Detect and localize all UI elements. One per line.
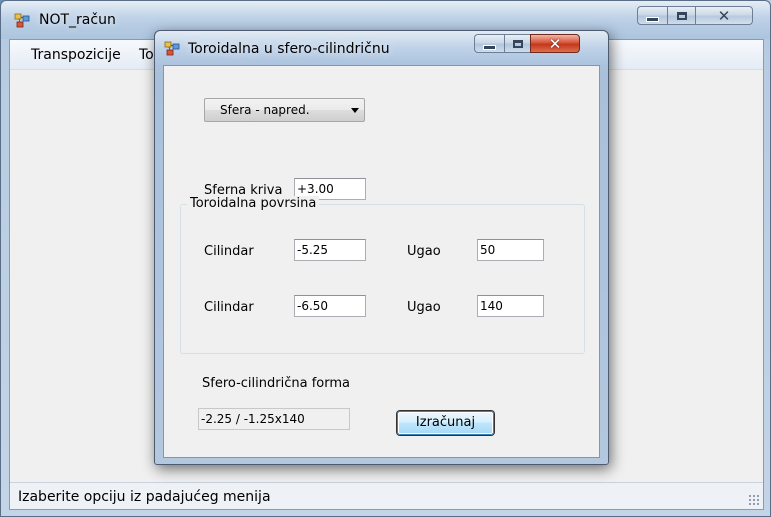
main-window-title: NOT_račun xyxy=(39,12,116,28)
windows-forms-icon xyxy=(164,41,180,56)
cylinder-1-input[interactable]: -5.25 xyxy=(294,239,366,261)
mode-combobox-value: Sfera - napred. xyxy=(220,103,310,117)
axis-2-label: Ugao xyxy=(407,300,441,315)
result-label: Sfero-cilindrična forma xyxy=(202,376,350,391)
menu-item-to[interactable]: To xyxy=(139,47,154,63)
dialog-title: Toroidalna u sfero-cilindričnu xyxy=(188,41,390,57)
cylinder-2-input[interactable]: -6.50 xyxy=(294,295,366,317)
maximize-icon xyxy=(676,11,687,20)
cylinder-2-label: Cilindar xyxy=(204,300,254,315)
dialog-window: Toroidalna u sfero-cilindričnu ✕ Sfera -… xyxy=(154,30,609,465)
statusbar: Izaberite opciju iz padajućeg menija xyxy=(10,482,763,509)
windows-forms-icon xyxy=(14,13,30,28)
calculate-button[interactable]: Izračunaj xyxy=(397,411,494,435)
axis-1-label: Ugao xyxy=(407,244,441,259)
menu-item-transpozicije[interactable]: Transpozicije xyxy=(31,47,121,63)
main-caption-buttons: ✕ xyxy=(637,6,753,28)
main-minimize-button[interactable] xyxy=(637,6,667,25)
dialog-client-area: Sfera - napred. Sferna kriva +3.00 Toroi… xyxy=(163,65,600,458)
mode-combobox[interactable]: Sfera - napred. xyxy=(204,98,365,122)
toroidal-surface-group: Toroidalna povrsina Cilindar -5.25 Ugao … xyxy=(180,196,585,354)
dialog-caption-buttons: ✕ xyxy=(474,34,580,53)
result-output: -2.25 / -1.25x140 xyxy=(198,408,350,430)
toroidal-surface-group-title: Toroidalna povrsina xyxy=(187,196,320,211)
close-icon: ✕ xyxy=(717,6,731,25)
dialog-close-button[interactable]: ✕ xyxy=(530,34,580,53)
cylinder-1-label: Cilindar xyxy=(204,244,254,259)
dialog-titlebar[interactable]: Toroidalna u sfero-cilindričnu ✕ xyxy=(155,31,608,65)
minimize-icon xyxy=(483,45,496,50)
resize-grip-icon[interactable] xyxy=(748,494,760,506)
main-close-button[interactable]: ✕ xyxy=(695,6,753,25)
maximize-icon xyxy=(512,39,523,48)
chevron-down-icon xyxy=(351,108,359,113)
axis-2-input[interactable]: 140 xyxy=(477,295,544,317)
main-maximize-button[interactable] xyxy=(667,6,695,25)
minimize-icon xyxy=(646,17,659,22)
status-text: Izaberite opciju iz padajućeg menija xyxy=(18,489,271,505)
dialog-maximize-button[interactable] xyxy=(504,34,530,53)
axis-1-input[interactable]: 50 xyxy=(477,239,544,261)
dialog-minimize-button[interactable] xyxy=(474,34,504,53)
close-icon: ✕ xyxy=(548,34,562,53)
